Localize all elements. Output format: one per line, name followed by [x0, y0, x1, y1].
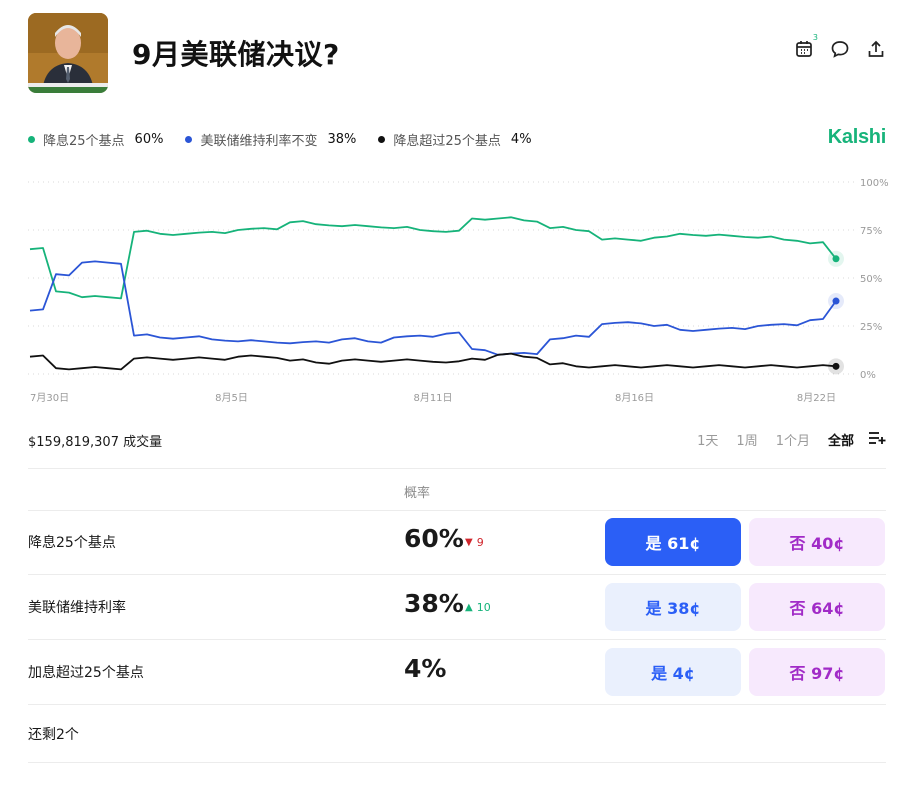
divider — [28, 704, 886, 705]
outcome-row: 降息25个基点 60% ▼ 9 是 61¢ 否 40¢ — [28, 510, 886, 574]
x-tick-label: 8月16日 — [615, 392, 654, 404]
legend-item: 降息超过25个基点 4% — [378, 130, 532, 149]
buy-no-button[interactable]: 否 97¢ — [749, 648, 885, 696]
outcome-probability: 4% — [404, 654, 447, 683]
calendar-icon[interactable]: 3 — [794, 33, 818, 59]
legend-dot — [185, 136, 193, 143]
chart-legend: 降息25个基点 60% 美联储维持利率不变 38% 降息超过25个基点 4% — [28, 130, 554, 149]
range-1m-button[interactable]: 1个月 — [776, 430, 810, 449]
y-tick-label: 25% — [860, 322, 882, 333]
up-arrow-icon: ▲ — [465, 602, 473, 613]
show-more-link[interactable]: 还剩2个 — [28, 724, 79, 744]
legend-label: 降息25个基点 — [43, 134, 125, 149]
probability-change: ▲ 10 — [465, 601, 491, 614]
legend-dot — [28, 136, 35, 143]
list-add-icon[interactable] — [868, 431, 886, 449]
y-tick-label: 75% — [860, 226, 882, 237]
x-tick-label: 8月22日 — [797, 392, 836, 404]
y-tick-label: 100% — [860, 178, 889, 189]
range-1w-button[interactable]: 1周 — [736, 430, 757, 449]
x-tick-label: 7月30日 — [30, 392, 69, 404]
series-endpoint-dot — [832, 362, 840, 370]
kalshi-logo[interactable]: Kalshi — [828, 126, 887, 149]
legend-label: 降息超过25个基点 — [393, 134, 501, 149]
divider — [28, 468, 886, 469]
buy-yes-button[interactable]: 是 61¢ — [605, 518, 741, 566]
y-tick-label: 0% — [860, 370, 876, 381]
change-value: 9 — [476, 536, 484, 549]
legend-item: 美联储维持利率不变 38% — [185, 130, 356, 149]
probability-change: ▼ 9 — [465, 536, 484, 549]
share-icon[interactable] — [866, 39, 886, 59]
buy-yes-button[interactable]: 是 4¢ — [605, 648, 741, 696]
probability-column-header: 概率 — [404, 486, 431, 501]
range-all-button[interactable]: 全部 — [828, 430, 854, 449]
range-1d-button[interactable]: 1天 — [697, 430, 718, 449]
down-arrow-icon: ▼ — [465, 537, 473, 548]
outcome-probability: 60% — [404, 524, 464, 553]
divider — [28, 762, 886, 763]
change-value: 10 — [476, 601, 491, 614]
outcome-row: 加息超过25个基点 4% 是 4¢ 否 97¢ — [28, 640, 886, 704]
volume-label: $159,819,307 成交量 — [28, 435, 163, 450]
buy-yes-button[interactable]: 是 38¢ — [605, 583, 741, 631]
outcome-label: 美联储维持利率 — [28, 600, 126, 616]
calendar-badge: 3 — [812, 33, 818, 42]
x-tick-label: 8月11日 — [413, 392, 452, 404]
x-tick-label: 8月5日 — [215, 392, 248, 404]
buy-no-button[interactable]: 否 40¢ — [749, 518, 885, 566]
comment-icon[interactable] — [830, 39, 850, 59]
series-endpoint-dot — [832, 297, 840, 305]
y-tick-label: 50% — [860, 274, 882, 285]
legend-dot — [378, 136, 386, 143]
legend-value: 38% — [327, 132, 357, 147]
market-thumbnail — [28, 13, 108, 93]
buy-no-button[interactable]: 否 64¢ — [749, 583, 885, 631]
outcome-label: 加息超过25个基点 — [28, 665, 144, 681]
legend-value: 60% — [134, 132, 164, 147]
series-line — [29, 260, 837, 356]
time-range-selector: 1天 1周 1个月 全部 — [679, 430, 886, 449]
series-line — [29, 216, 837, 300]
legend-value: 4% — [510, 132, 532, 147]
series-line — [29, 352, 837, 371]
legend-label: 美联储维持利率不变 — [200, 134, 318, 149]
outcome-probability: 38% — [404, 589, 464, 618]
outcome-label: 降息25个基点 — [28, 535, 116, 551]
legend-item: 降息25个基点 60% — [28, 130, 163, 149]
probability-chart[interactable]: 100% 75% 50% 25% 0% 7月30日 8月5日 8月11日 8月16日 8月22日 — [28, 170, 894, 410]
market-title: 9月美联储决议? — [132, 38, 340, 71]
market-header: 9月美联储决议? 3 — [28, 13, 886, 93]
series-endpoint-dot — [832, 255, 840, 263]
outcome-row: 美联储维持利率 38% ▲ 10 是 38¢ 否 64¢ — [28, 575, 886, 639]
